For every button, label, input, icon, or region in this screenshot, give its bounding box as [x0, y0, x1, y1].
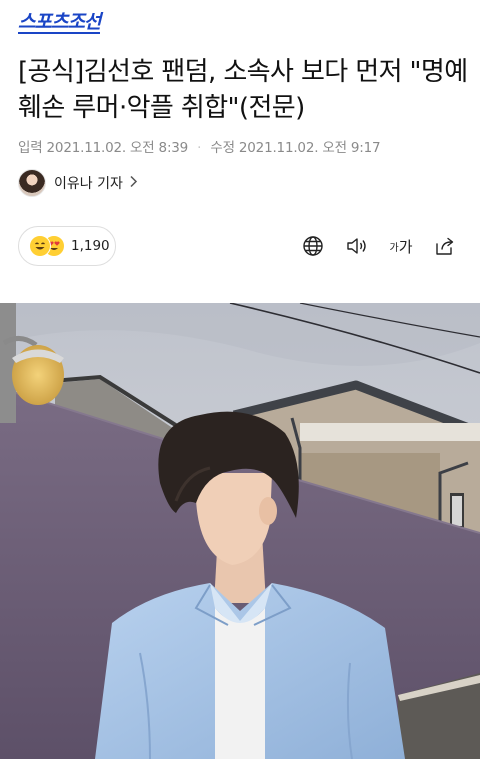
- chevron-right-icon: [129, 175, 138, 192]
- font-size-small-label: 가: [389, 242, 399, 254]
- font-size-large-label: 가: [398, 237, 413, 256]
- reaction-button[interactable]: 1,190: [18, 226, 116, 266]
- article-toolbar: 가가: [300, 230, 458, 262]
- edit-label: 수정: [210, 140, 235, 156]
- article-photo: [0, 303, 480, 759]
- grin-emoji-icon: [29, 235, 51, 257]
- site-logo[interactable]: 스포츠조선: [18, 12, 101, 34]
- reporter-name: 이유나 기자: [54, 176, 123, 192]
- input-date: 2021.11.02. 오전 8:39: [46, 140, 189, 156]
- edit-date: 2021.11.02. 오전 9:17: [238, 140, 381, 156]
- meta-divider: ·: [197, 140, 202, 156]
- reporter-link[interactable]: 이유나 기자: [18, 168, 138, 198]
- reaction-count: 1,190: [71, 238, 110, 254]
- share-icon[interactable]: [432, 233, 458, 259]
- article-title: [공식]김선호 팬덤, 소속사 보다 먼저 "명예훼손 루머·악플 취합"(전문…: [18, 57, 468, 123]
- reaction-emojis: [29, 235, 65, 257]
- globe-icon[interactable]: [300, 233, 326, 259]
- article-meta: 입력 2021.11.02. 오전 8:39 · 수정 2021.11.02. …: [18, 136, 381, 156]
- reporter-avatar: [18, 169, 46, 197]
- speaker-icon[interactable]: [344, 233, 370, 259]
- font-size-icon[interactable]: 가가: [388, 233, 414, 259]
- input-label: 입력: [18, 140, 43, 156]
